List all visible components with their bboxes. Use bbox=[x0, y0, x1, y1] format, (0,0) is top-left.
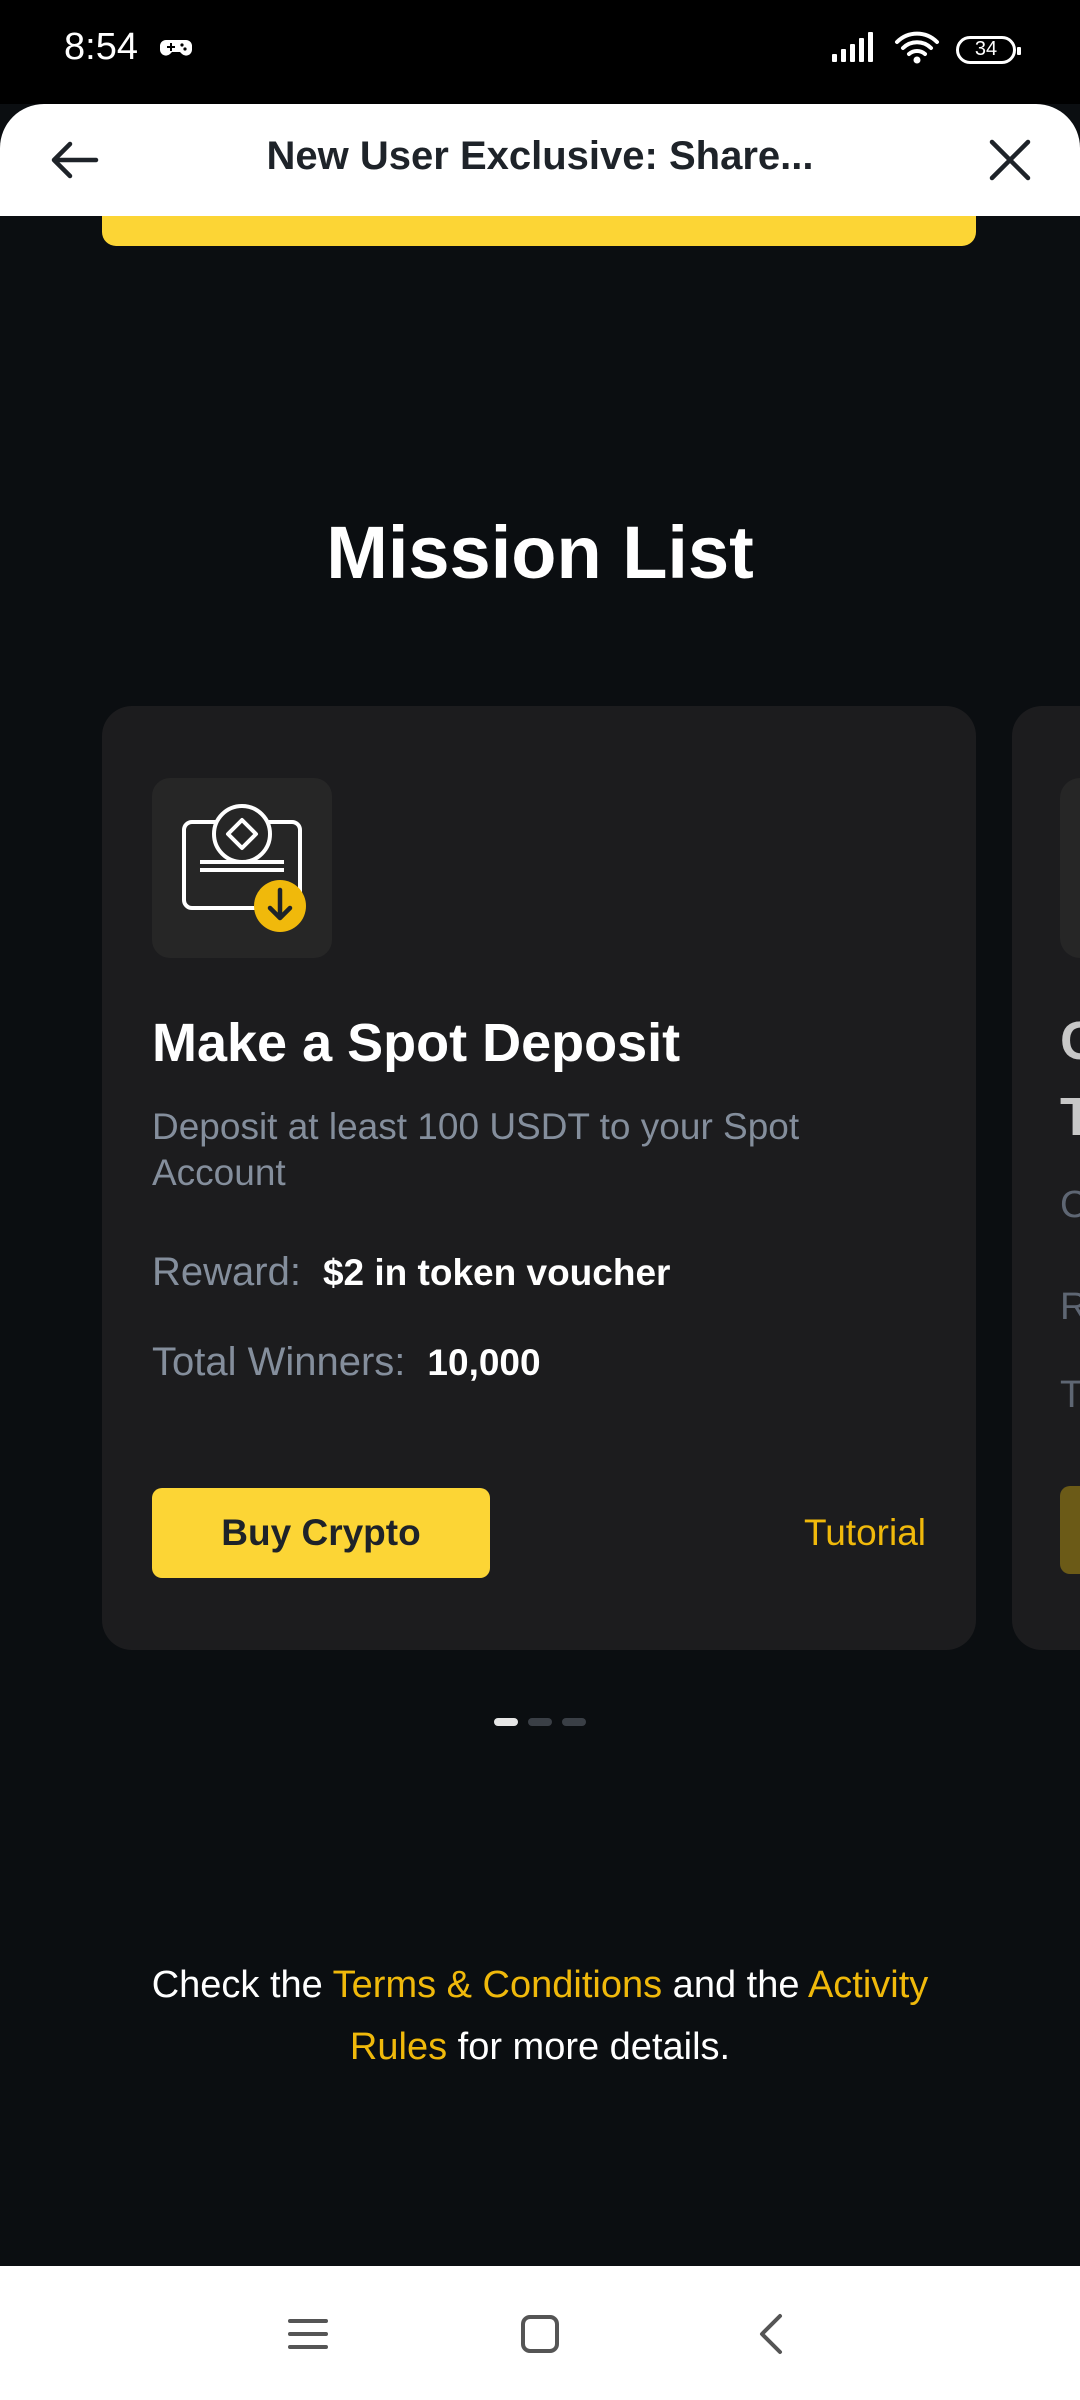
footer-middle: and the bbox=[662, 1964, 808, 2006]
buy-crypto-button[interactable]: Buy Crypto bbox=[152, 1488, 490, 1578]
status-time: 8:54 bbox=[64, 26, 138, 68]
tutorial-link[interactable]: Tutorial bbox=[804, 1512, 926, 1554]
banner-bottom-edge bbox=[102, 216, 976, 246]
arrow-left-icon[interactable] bbox=[44, 134, 104, 186]
wifi-icon bbox=[894, 30, 940, 69]
peek-title-line2: T bbox=[1060, 1087, 1080, 1147]
battery-icon: 34 bbox=[956, 35, 1021, 64]
winners-row: Total Winners: 10,000 bbox=[152, 1340, 541, 1385]
reward-label: Reward: bbox=[152, 1250, 301, 1294]
pagination-dot[interactable] bbox=[562, 1718, 586, 1726]
mission-description: Deposit at least 100 USDT to your Spot A… bbox=[152, 1106, 800, 1193]
footer-suffix: for more details. bbox=[447, 2026, 731, 2068]
pagination-dot[interactable] bbox=[528, 1718, 552, 1726]
mission-title: Make a Spot Deposit bbox=[152, 1013, 681, 1073]
section-title: Mission List bbox=[326, 511, 754, 594]
carousel-pagination bbox=[494, 1718, 586, 1726]
terms-link[interactable]: Terms & Conditions bbox=[333, 1964, 662, 2006]
peek-reward-label: R bbox=[1060, 1286, 1080, 1328]
page-header: New User Exclusive: Share... bbox=[0, 104, 1080, 216]
close-icon[interactable] bbox=[984, 134, 1036, 186]
gamepad-icon bbox=[160, 36, 192, 65]
next-mission-card[interactable]: C T C R T bbox=[1012, 706, 1080, 1650]
pagination-dot[interactable] bbox=[494, 1718, 518, 1726]
mission-icon-partial bbox=[1060, 778, 1080, 958]
footer-note: Check the Terms & Conditions and the Act… bbox=[110, 1954, 970, 2078]
winners-label: Total Winners: bbox=[152, 1340, 406, 1384]
signal-icon bbox=[830, 32, 878, 67]
page-title: New User Exclusive: Share... bbox=[266, 134, 814, 178]
home-icon[interactable] bbox=[516, 2310, 564, 2358]
peek-title-line1: C bbox=[1060, 1011, 1080, 1071]
reward-value: $2 in token voucher bbox=[322, 1252, 671, 1293]
menu-icon[interactable] bbox=[284, 2310, 332, 2358]
deposit-icon bbox=[152, 778, 332, 958]
peek-button bbox=[1060, 1486, 1080, 1574]
footer-prefix: Check the bbox=[151, 1964, 333, 2006]
reward-row: Reward: $2 in token voucher bbox=[152, 1250, 670, 1295]
battery-level: 34 bbox=[974, 38, 998, 60]
system-nav-bar bbox=[0, 2266, 1080, 2400]
back-icon[interactable] bbox=[748, 2310, 796, 2358]
peek-winners-label: T bbox=[1060, 1374, 1080, 1416]
status-bar: 8:54 34 bbox=[0, 0, 1080, 104]
peek-description: C bbox=[1060, 1184, 1080, 1226]
mission-card: Make a Spot Deposit Deposit at least 100… bbox=[102, 706, 976, 1650]
winners-value: 10,000 bbox=[427, 1342, 541, 1383]
